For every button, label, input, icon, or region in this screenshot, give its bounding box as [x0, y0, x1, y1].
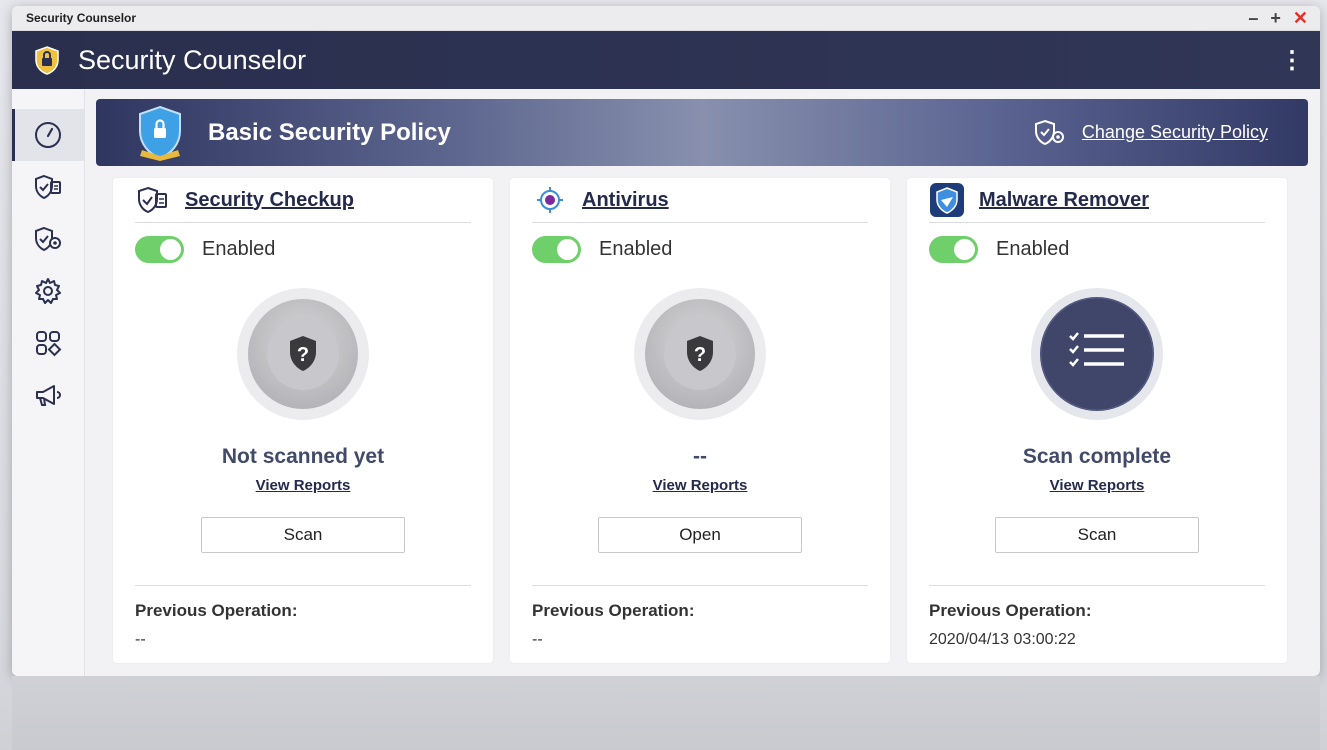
- previous-operation-value: --: [135, 631, 146, 648]
- previous-operation: Previous Operation: 2020/04/13 03:00:22: [929, 585, 1265, 649]
- minimize-button[interactable]: –: [1248, 9, 1258, 27]
- open-button[interactable]: Open: [598, 517, 802, 553]
- antivirus-link[interactable]: Antivirus: [582, 189, 669, 212]
- previous-operation-value: 2020/04/13 03:00:22: [929, 631, 1076, 648]
- security-checkup-card: Security Checkup Enabled ? Not scanned y…: [113, 178, 493, 663]
- previous-operation-label: Previous Operation:: [135, 601, 298, 620]
- change-security-policy-link[interactable]: Change Security Policy: [1032, 118, 1268, 148]
- security-checkup-toggle[interactable]: [135, 236, 184, 263]
- more-menu-icon[interactable]: ⋮: [1280, 46, 1304, 75]
- scan-button[interactable]: Scan: [201, 517, 405, 553]
- previous-operation-label: Previous Operation:: [929, 601, 1092, 620]
- scan-button[interactable]: Scan: [995, 517, 1199, 553]
- shield-checklist-icon: [35, 174, 61, 200]
- app-window: Security Counselor – + ✕ Security Counse…: [12, 6, 1320, 676]
- card-header: Security Checkup: [135, 178, 471, 223]
- sidebar-item-security-policy[interactable]: [12, 213, 84, 265]
- toggle-label: Enabled: [599, 238, 673, 260]
- svg-text:?: ?: [297, 344, 309, 366]
- scan-status: Not scanned yet: [221, 445, 385, 468]
- app-body: Basic Security Policy Change Security Po…: [12, 89, 1320, 676]
- module-cards: Security Checkup Enabled ? Not scanned y…: [96, 166, 1308, 663]
- gauge-icon: [35, 122, 61, 148]
- window-controls: – + ✕: [1248, 9, 1308, 27]
- policy-title: Basic Security Policy: [208, 118, 451, 146]
- malware-remover-app-icon: [930, 183, 964, 217]
- policy-banner: Basic Security Policy Change Security Po…: [96, 99, 1308, 166]
- close-button[interactable]: ✕: [1293, 9, 1308, 27]
- previous-operation: Previous Operation: --: [135, 585, 471, 649]
- card-header: Malware Remover: [929, 178, 1265, 223]
- window-titlebar[interactable]: Security Counselor – + ✕: [12, 6, 1320, 31]
- app-title: Security Counselor: [78, 44, 307, 75]
- view-reports-wrap: View Reports: [532, 477, 868, 495]
- apps-grid-icon: [36, 331, 62, 357]
- malware-remover-card: Malware Remover Enabled Scan complete Vi…: [907, 178, 1287, 663]
- previous-operation-label: Previous Operation:: [532, 601, 695, 620]
- shield-gear-icon: [35, 226, 61, 252]
- checklist-complete-icon: [1031, 288, 1163, 420]
- sidebar-item-security-checkup[interactable]: [12, 161, 84, 213]
- card-header: Antivirus: [532, 178, 868, 223]
- toggle-label: Enabled: [202, 238, 276, 260]
- maximize-button[interactable]: +: [1270, 9, 1281, 27]
- app-logo-icon: [35, 46, 59, 75]
- antivirus-target-icon: [537, 187, 563, 213]
- sidebar-item-dashboard[interactable]: [12, 109, 84, 161]
- window-reflection: [12, 676, 1320, 750]
- toggle-label: Enabled: [996, 238, 1070, 260]
- view-reports-wrap: View Reports: [929, 477, 1265, 495]
- window-title: Security Counselor: [26, 11, 137, 25]
- malware-remover-toggle[interactable]: [929, 236, 978, 263]
- sidebar-item-announcements[interactable]: [12, 369, 84, 421]
- view-reports-link[interactable]: View Reports: [653, 477, 748, 494]
- megaphone-icon: [36, 385, 61, 406]
- antivirus-toggle[interactable]: [532, 236, 581, 263]
- policy-shield-icon: [139, 105, 181, 161]
- previous-operation-value: --: [532, 631, 543, 648]
- change-security-policy-label: Change Security Policy: [1081, 122, 1268, 142]
- unknown-status-shield-icon: ?: [237, 288, 369, 420]
- view-reports-link[interactable]: View Reports: [256, 477, 351, 494]
- app-header: Security Counselor ⋮: [12, 31, 1320, 89]
- enable-row: Enabled: [929, 236, 1265, 263]
- scan-status: --: [693, 445, 707, 468]
- previous-operation: Previous Operation: --: [532, 585, 868, 649]
- view-reports-link[interactable]: View Reports: [1050, 477, 1145, 494]
- scan-status: Scan complete: [1022, 445, 1172, 468]
- sidebar: [12, 89, 85, 676]
- antivirus-card: Antivirus Enabled ? -- View Reports Open…: [510, 178, 890, 663]
- shield-checklist-icon: [138, 186, 167, 214]
- security-checkup-link[interactable]: Security Checkup: [185, 189, 354, 212]
- gear-icon: [35, 278, 61, 304]
- main-content: Basic Security Policy Change Security Po…: [85, 89, 1320, 676]
- enable-row: Enabled: [135, 236, 471, 263]
- shield-gear-icon: [1034, 119, 1064, 145]
- svg-text:?: ?: [694, 344, 706, 366]
- sidebar-item-apps[interactable]: [12, 317, 84, 369]
- enable-row: Enabled: [532, 236, 868, 263]
- unknown-status-shield-icon: ?: [634, 288, 766, 420]
- sidebar-item-settings[interactable]: [12, 265, 84, 317]
- view-reports-wrap: View Reports: [135, 477, 471, 495]
- malware-remover-link[interactable]: Malware Remover: [979, 189, 1149, 212]
